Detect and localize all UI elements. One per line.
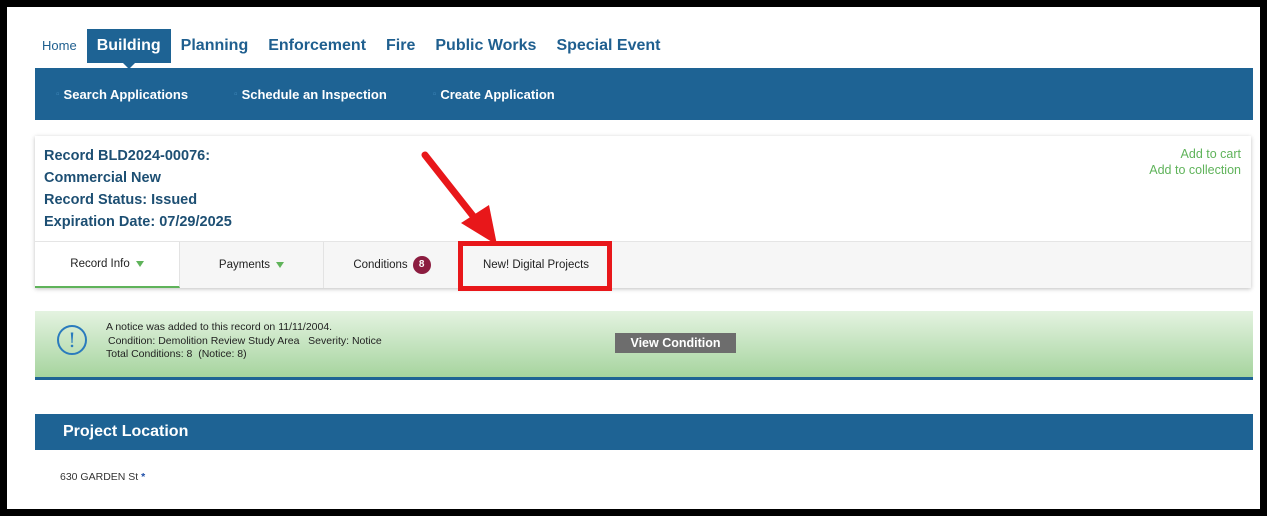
expiration-date: Expiration Date: 07/29/2025 <box>44 214 232 230</box>
notice-added-line: A notice was added to this record on 11/… <box>106 321 333 333</box>
record-info-label: Record Info <box>70 258 130 270</box>
record-details: Record BLD2024-00076: Commercial New Rec… <box>44 145 232 233</box>
address-text: 630 GARDEN St <box>60 471 139 483</box>
top-navigation: Home Building Planning Enforcement Fire … <box>35 29 670 69</box>
tab-record-info[interactable]: Record Info <box>35 242 180 288</box>
project-location-header: Project Location <box>35 414 1253 450</box>
tab-public-works[interactable]: Public Works <box>425 29 546 63</box>
address-marker: * <box>141 471 146 483</box>
dropdown-caret-icon <box>276 262 285 268</box>
schedule-inspection-link[interactable]: ▫ Schedule an Inspection <box>234 87 387 102</box>
tab-home[interactable]: Home <box>35 29 87 63</box>
search-applications-label: Search Applications <box>63 86 189 102</box>
notice-condition-line: Condition: Demolition Review Study Area … <box>108 334 382 347</box>
record-tab-bar: Record Info Payments Conditions 8 New! D… <box>35 241 1251 288</box>
annotation-arrow-icon <box>421 151 497 245</box>
condition-notice-banner: ! A notice was added to this record on 1… <box>35 311 1253 380</box>
tab-building[interactable]: Building <box>86 29 171 69</box>
create-application-label: Create Application <box>440 86 555 102</box>
tab-conditions[interactable]: Conditions 8 <box>324 242 461 288</box>
record-number: Record BLD2024-00076: <box>44 148 211 164</box>
search-icon: ▫ <box>56 88 60 100</box>
dropdown-caret-icon <box>135 261 144 267</box>
payments-label: Payments <box>218 259 271 271</box>
notice-text: A notice was added to this record on 11/… <box>106 321 382 362</box>
create-application-link[interactable]: ▫ Create Application <box>433 87 555 102</box>
screenshot-frame: Home Building Planning Enforcement Fire … <box>7 7 1260 509</box>
project-address: 630 GARDEN St * <box>60 471 145 483</box>
add-to-collection-link[interactable]: Add to collection <box>1149 162 1241 178</box>
tab-enforcement[interactable]: Enforcement <box>258 29 376 63</box>
record-status: Record Status: Issued <box>44 192 198 208</box>
calendar-icon: ▫ <box>234 88 238 100</box>
view-condition-button[interactable]: View Condition <box>615 333 736 353</box>
tab-special-event[interactable]: Special Event <box>546 29 670 63</box>
schedule-inspection-label: Schedule an Inspection <box>241 86 387 102</box>
notice-total-line: Total Conditions: 8 (Notice: 8) <box>106 348 247 360</box>
annotation-highlight-box <box>458 241 612 291</box>
add-to-cart-link[interactable]: Add to cart <box>1149 146 1241 162</box>
tab-fire[interactable]: Fire <box>376 29 425 63</box>
tab-payments[interactable]: Payments <box>180 242 324 288</box>
info-icon: ! <box>57 325 87 355</box>
plus-icon: ▫ <box>432 88 437 100</box>
conditions-label: Conditions <box>353 259 408 271</box>
building-subnav: ▫ Search Applications ▫ Schedule an Insp… <box>35 68 1253 120</box>
tab-planning[interactable]: Planning <box>171 29 259 63</box>
conditions-count-badge: 8 <box>412 256 431 274</box>
record-type: Commercial New <box>44 170 161 186</box>
search-applications-link[interactable]: ▫ Search Applications <box>56 87 188 102</box>
record-actions: Add to cart Add to collection <box>1149 146 1241 178</box>
record-summary-panel: Record BLD2024-00076: Commercial New Rec… <box>35 136 1251 288</box>
